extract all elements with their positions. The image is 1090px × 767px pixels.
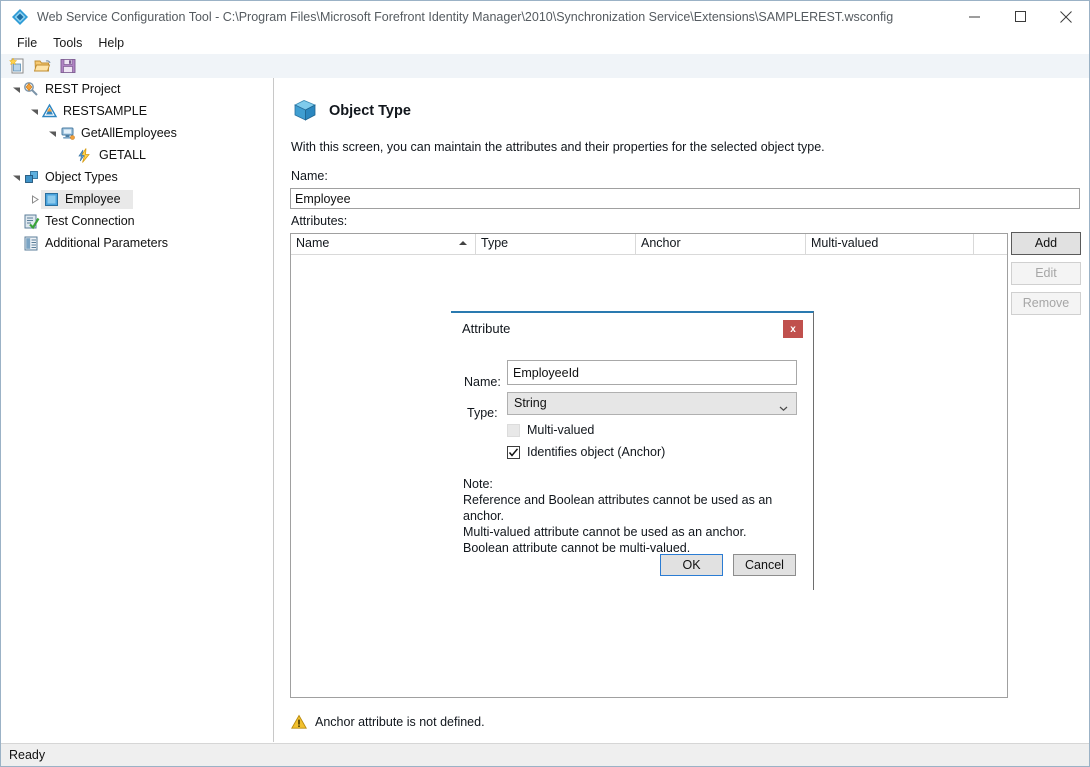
rest-project-icon [23, 81, 40, 98]
checkbox-unchecked-icon [507, 423, 520, 437]
menu-item-help[interactable]: Help [90, 34, 132, 52]
object-type-cube-icon [292, 98, 318, 124]
tree-node-label: GETALL [99, 148, 147, 162]
dialog-type-value: String [514, 396, 547, 410]
tree-node-label: Object Types [45, 170, 118, 184]
tree-node-getallemployees[interactable]: GetAllEmployees [1, 122, 273, 144]
page-title: Object Type [329, 103, 411, 119]
navigation-tree[interactable]: REST Project RESTSAMPLE GetAllEmployees … [1, 78, 274, 742]
dialog-anchor-label: Identifies object (Anchor) [527, 445, 666, 459]
tree-node-employee[interactable]: Employee [1, 188, 273, 210]
dialog-ok-button[interactable]: OK [660, 554, 723, 576]
tree-node-label: GetAllEmployees [81, 126, 177, 140]
expander-expanded-icon[interactable] [9, 166, 23, 188]
test-connection-icon [23, 213, 40, 230]
tree-node-label: Test Connection [45, 214, 135, 228]
tree-node-selected-highlight: Employee [41, 189, 133, 209]
dialog-type-select[interactable]: String [507, 392, 797, 415]
title-bar: Web Service Configuration Tool - C:\Prog… [1, 1, 1089, 32]
chevron-down-icon [779, 399, 788, 412]
object-type-name-input[interactable] [290, 188, 1080, 209]
dialog-title: Attribute [462, 321, 511, 336]
dialog-close-button[interactable]: x [783, 320, 803, 338]
endpoint-icon [59, 125, 76, 142]
app-diamond-icon [11, 8, 29, 26]
maximize-icon[interactable] [997, 1, 1043, 32]
dialog-type-label: Type: [467, 406, 498, 420]
operation-icon [77, 147, 94, 164]
validation-message-text: Anchor attribute is not defined. [315, 715, 485, 729]
save-icon[interactable] [57, 55, 79, 77]
expander-expanded-icon[interactable] [45, 122, 59, 144]
tree-node-label: Additional Parameters [45, 236, 168, 250]
column-header-name[interactable]: Name [291, 234, 476, 254]
tree-node-test-connection[interactable]: Test Connection [1, 210, 273, 232]
dialog-name-label: Name: [464, 375, 501, 389]
tree-node-additional-parameters[interactable]: Additional Parameters [1, 232, 273, 254]
column-header-type[interactable]: Type [476, 234, 636, 254]
remove-button: Remove [1011, 292, 1081, 315]
tree-node-getall[interactable]: GETALL [1, 144, 273, 166]
minimize-icon[interactable] [951, 1, 997, 32]
tree-node-label: Employee [65, 192, 121, 206]
page-description: With this screen, you can maintain the a… [291, 140, 825, 154]
toolbar [1, 54, 1089, 78]
column-header-spacer[interactable] [974, 234, 1007, 254]
attributes-label: Attributes: [291, 214, 348, 228]
edit-button: Edit [1011, 262, 1081, 285]
attributes-actions: Add Edit Remove [1011, 232, 1081, 322]
validation-message: Anchor attribute is not defined. [291, 714, 485, 730]
add-button[interactable]: Add [1011, 232, 1081, 255]
open-folder-icon[interactable] [32, 55, 54, 77]
sort-ascending-icon [459, 241, 467, 245]
menu-item-file[interactable]: File [9, 34, 45, 52]
attributes-list-header: Name Type Anchor Multi-valued [291, 234, 1007, 255]
tree-node-rest-project[interactable]: REST Project [1, 78, 273, 100]
checkbox-checked-icon [507, 445, 520, 459]
warning-icon [291, 714, 307, 730]
status-bar-text: Ready [9, 748, 46, 762]
menu-bar: File Tools Help [1, 32, 1089, 54]
application-window: Web Service Configuration Tool - C:\Prog… [0, 0, 1090, 767]
object-type-icon [43, 191, 60, 208]
name-label: Name: [291, 169, 328, 183]
additional-parameters-icon [23, 235, 40, 252]
column-header-multi-valued[interactable]: Multi-valued [806, 234, 974, 254]
expander-expanded-icon[interactable] [9, 78, 23, 100]
dialog-multivalued-checkbox[interactable]: Multi-valued [507, 423, 594, 437]
expander-expanded-icon[interactable] [27, 100, 41, 122]
window-controls [951, 1, 1089, 32]
service-icon [41, 103, 58, 120]
new-project-icon[interactable] [7, 55, 29, 77]
column-header-anchor[interactable]: Anchor [636, 234, 806, 254]
dialog-cancel-button[interactable]: Cancel [733, 554, 796, 576]
object-types-icon [23, 169, 40, 186]
status-bar: Ready [1, 743, 1089, 766]
tree-node-object-types[interactable]: Object Types [1, 166, 273, 188]
close-icon[interactable] [1043, 1, 1089, 32]
tree-node-restsample[interactable]: RESTSAMPLE [1, 100, 273, 122]
tree-node-label: RESTSAMPLE [63, 104, 148, 118]
tree-node-label: REST Project [45, 82, 121, 96]
window-title: Web Service Configuration Tool - C:\Prog… [37, 9, 894, 24]
attribute-dialog: Attribute x Name: Type: String Multi-val… [451, 311, 814, 590]
dialog-multivalued-label: Multi-valued [527, 423, 595, 437]
dialog-anchor-checkbox[interactable]: Identifies object (Anchor) [507, 445, 665, 459]
expander-collapsed-icon[interactable] [27, 188, 41, 210]
dialog-note-text: Note: Reference and Boolean attributes c… [463, 477, 773, 555]
page-header: Object Type [292, 98, 411, 124]
dialog-name-input[interactable] [507, 360, 797, 385]
menu-item-tools[interactable]: Tools [45, 34, 90, 52]
